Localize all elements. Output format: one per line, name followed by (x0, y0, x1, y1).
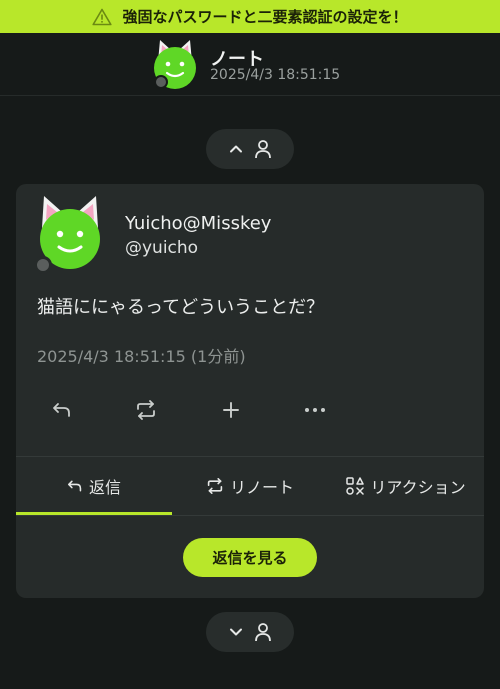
page-header: ノート 2025/4/3 18:51:15 (0, 33, 500, 96)
show-next-note-button[interactable] (206, 612, 294, 652)
renote-icon (135, 400, 157, 420)
banner-text: 強固なパスワードと二要素認証の設定を！ (122, 8, 408, 26)
tab-reactions[interactable]: リアクション (328, 457, 484, 515)
add-reaction-button[interactable] (219, 398, 243, 422)
renote-button[interactable] (134, 398, 158, 422)
security-warning-banner[interactable]: 強固なパスワードと二要素認証の設定を！ (0, 0, 500, 33)
user-icon (254, 622, 272, 642)
author-name[interactable]: Yuicho@Misskey (125, 213, 271, 234)
show-previous-note-button[interactable] (206, 129, 294, 169)
reply-button[interactable] (50, 398, 74, 422)
author-handle[interactable]: @yuicho (125, 238, 198, 258)
more-options-button[interactable] (303, 398, 327, 422)
reaction-icon (346, 477, 365, 495)
user-icon (254, 139, 272, 159)
tab-replies[interactable]: 返信 (16, 457, 172, 515)
note-timestamp[interactable]: 2025/4/3 18:51:15 (1分前) (37, 343, 246, 367)
online-status-dot (154, 75, 168, 89)
header-timestamp: 2025/4/3 18:51:15 (210, 67, 341, 83)
plus-icon (222, 401, 240, 419)
tab-renotes[interactable]: リノート (172, 457, 328, 515)
more-icon (304, 407, 326, 413)
tab-reactions-label: リアクション (370, 478, 466, 497)
active-tab-indicator (16, 512, 172, 515)
note-tabs: 返信 リノート リアクション (16, 456, 484, 516)
chevron-up-icon (228, 141, 244, 157)
note-card: Yuicho@Misskey @yuicho 猫語ににゃるってどういうことだ？ … (16, 184, 484, 598)
note-text: 猫語ににゃるってどういうことだ？ (37, 297, 325, 318)
chevron-down-icon (228, 624, 244, 640)
warning-icon (92, 8, 113, 26)
tab-renotes-label: リノート (229, 478, 294, 497)
author-status-dot (34, 256, 52, 274)
see-replies-button[interactable]: 返信を見る (183, 538, 317, 577)
reply-icon (67, 479, 83, 493)
renote-icon (206, 478, 224, 494)
reply-icon (52, 401, 72, 419)
tab-replies-label: 返信 (88, 478, 121, 497)
